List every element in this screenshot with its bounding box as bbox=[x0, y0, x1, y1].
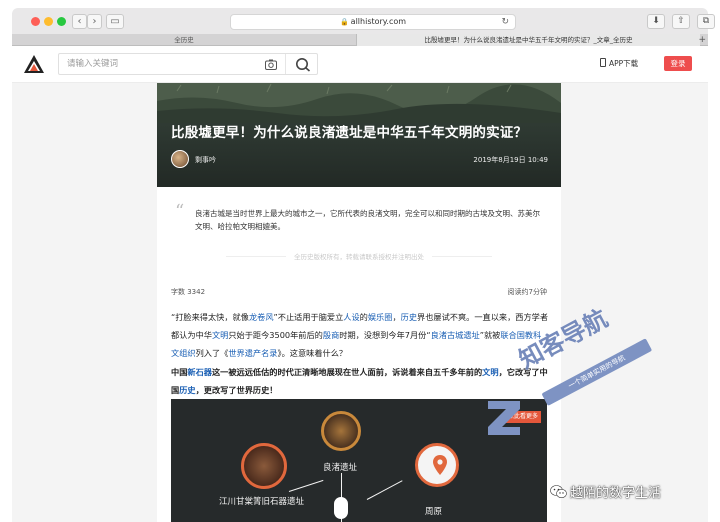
link-neolithic[interactable]: 新石器 bbox=[187, 367, 212, 377]
article-meta: 字数 3342 阅读约7分钟 bbox=[171, 287, 547, 297]
article-card: 比殷墟更早！为什么说良渚遗址是中华五千年文明的实证？ 剩事吟 2019年8月19… bbox=[157, 83, 561, 522]
tab-article[interactable]: 比殷墟更早！为什么说良渚遗址是中华五千年文明的实证？_文章_全历史 bbox=[356, 34, 700, 46]
zoom-window-button[interactable] bbox=[57, 17, 66, 26]
copyright-notice: 全历史版权所有，转载请联系授权并注明出处 bbox=[157, 251, 561, 261]
download-icon: ⬇ bbox=[652, 16, 660, 26]
article-paragraph-2: 中国新石器这一被远远低估的时代正清晰地展现在世人面前，诉说着来自五千多年前的文明… bbox=[171, 363, 549, 399]
downloads-button[interactable]: ⬇ bbox=[647, 14, 665, 29]
timeline-marker bbox=[334, 497, 348, 519]
publish-date: 2019年8月19日 10:49 bbox=[473, 156, 548, 164]
url-text: allhistory.com bbox=[350, 17, 407, 26]
article-paragraph-1: “打脸来得太快，就像龙卷风”不止适用于脑爱立人设的娱乐圈，历史界也屡试不爽。一直… bbox=[171, 308, 549, 362]
browser-titlebar: ‹ › ▭ 🔒 allhistory.com ↻ ⬇ ⇧ ⧉ bbox=[12, 8, 715, 34]
tab-label: 全历史 bbox=[174, 36, 194, 44]
app-download-link[interactable]: APP下载 bbox=[600, 58, 638, 69]
text: 列入了《 bbox=[195, 348, 229, 358]
search-input[interactable] bbox=[67, 56, 247, 72]
chevron-right-icon: › bbox=[92, 16, 97, 27]
new-tab-icon[interactable]: + bbox=[698, 34, 706, 46]
wechat-icon bbox=[550, 485, 567, 498]
tabs-icon: ⧉ bbox=[702, 16, 710, 26]
link-entertainment[interactable]: 娱乐圈 bbox=[368, 312, 393, 322]
link-yinshang[interactable]: 殷商 bbox=[323, 330, 339, 340]
text: ”就被 bbox=[479, 330, 501, 340]
back-button[interactable]: ‹ bbox=[72, 14, 87, 29]
text: ，更改写了世界历史！ bbox=[195, 385, 278, 395]
author-name[interactable]: 剩事吟 bbox=[195, 155, 216, 165]
minimize-window-button[interactable] bbox=[44, 17, 53, 26]
label-zhouyuan: 周原 bbox=[425, 507, 443, 517]
camera-icon[interactable] bbox=[265, 59, 277, 70]
article-title: 比殷墟更早！为什么说良渚遗址是中华五千年文明的实证？ bbox=[171, 125, 528, 141]
reload-icon[interactable]: ↻ bbox=[501, 15, 509, 29]
close-window-button[interactable] bbox=[31, 17, 40, 26]
share-icon: ⇧ bbox=[677, 16, 685, 26]
link-civilization[interactable]: 文明 bbox=[212, 330, 228, 340]
link-history[interactable]: 历史 bbox=[401, 312, 417, 322]
article-summary: 良渚古城是当时世界上最大的城市之一，它所代表的良渚文明，完全可以和同时期的古埃及… bbox=[195, 209, 540, 231]
text: ， bbox=[392, 312, 401, 322]
location-badge bbox=[415, 443, 459, 487]
wechat-account-name: 越陌的数字生活 bbox=[570, 486, 662, 501]
text: ”不止适用于脑爱立 bbox=[273, 312, 344, 322]
link-persona[interactable]: 人设 bbox=[343, 312, 359, 322]
author-avatar[interactable] bbox=[171, 150, 189, 168]
link-world-heritage-list[interactable]: 世界遗产名录 bbox=[228, 348, 277, 358]
connector-arrow-right bbox=[366, 480, 403, 500]
text: 》。这意味着什么？ bbox=[277, 348, 348, 358]
tab-allhistory-home[interactable]: 全历史 bbox=[12, 34, 356, 46]
forward-button[interactable]: › bbox=[87, 14, 102, 29]
link-tornado[interactable]: 龙卷风 bbox=[249, 312, 274, 322]
chevron-left-icon: ‹ bbox=[77, 16, 82, 27]
address-bar[interactable]: 🔒 allhistory.com ↻ bbox=[230, 14, 516, 30]
read-time: 阅读约7分钟 bbox=[507, 288, 547, 296]
tab-bar: 全历史 比殷墟更早！为什么说良渚遗址是中华五千年文明的实证？_文章_全历史 + bbox=[12, 34, 708, 46]
allhistory-logo-icon[interactable] bbox=[23, 54, 45, 74]
login-button[interactable]: 登录 bbox=[664, 56, 692, 71]
search-box bbox=[58, 53, 318, 75]
search-divider bbox=[285, 54, 286, 74]
text: “打脸来得太快，就像 bbox=[171, 312, 249, 322]
app-download-label: APP下载 bbox=[609, 59, 639, 68]
search-icon[interactable] bbox=[295, 57, 311, 72]
site-header: APP下载 登录 bbox=[12, 46, 708, 83]
label-liangzhu: 良渚遗址 bbox=[323, 463, 358, 473]
wetland-image bbox=[157, 83, 561, 123]
text: 只始于距今3500年前后的 bbox=[228, 330, 323, 340]
lock-icon: 🔒 bbox=[339, 18, 349, 26]
wechat-account-watermark: 越陌的数字生活 bbox=[550, 482, 661, 501]
link-liangzhu-site[interactable]: 良渚古城遗址 bbox=[431, 330, 480, 340]
share-button[interactable]: ⇧ bbox=[672, 14, 690, 29]
text: 时期，没想到今年7月份“ bbox=[339, 330, 431, 340]
text: 的 bbox=[359, 312, 368, 322]
quote-icon: “ bbox=[175, 201, 185, 222]
map-pin-icon bbox=[433, 455, 447, 475]
connector-arrow-left bbox=[288, 479, 324, 492]
link-history-2[interactable]: 历史 bbox=[179, 385, 195, 395]
watermark-logo-icon bbox=[488, 401, 520, 435]
bone-artifact-image bbox=[241, 443, 287, 489]
text: 中国 bbox=[171, 367, 188, 377]
sidebar-icon: ▭ bbox=[110, 16, 120, 27]
article-hero: 比殷墟更早！为什么说良渚遗址是中华五千年文明的实证？ 剩事吟 2019年8月19… bbox=[157, 83, 561, 187]
tab-overview-button[interactable]: ⧉ bbox=[697, 14, 715, 29]
word-count: 字数 3342 bbox=[171, 288, 206, 296]
sidebar-toggle-button[interactable]: ▭ bbox=[106, 14, 124, 29]
label-jiangchuan: 江川甘棠箐旧石器遗址 bbox=[219, 497, 305, 507]
tab-label: 比殷墟更早！为什么说良渚遗址是中华五千年文明的实证？_文章_全历史 bbox=[424, 36, 633, 44]
phone-icon bbox=[600, 58, 606, 67]
liangzhu-artifact-image bbox=[321, 411, 361, 451]
link-civilization-2[interactable]: 文明 bbox=[482, 367, 498, 377]
text: 这一被远远低估的时代正清晰地展现在世人面前，诉说着来自五千多年前的 bbox=[211, 367, 483, 377]
